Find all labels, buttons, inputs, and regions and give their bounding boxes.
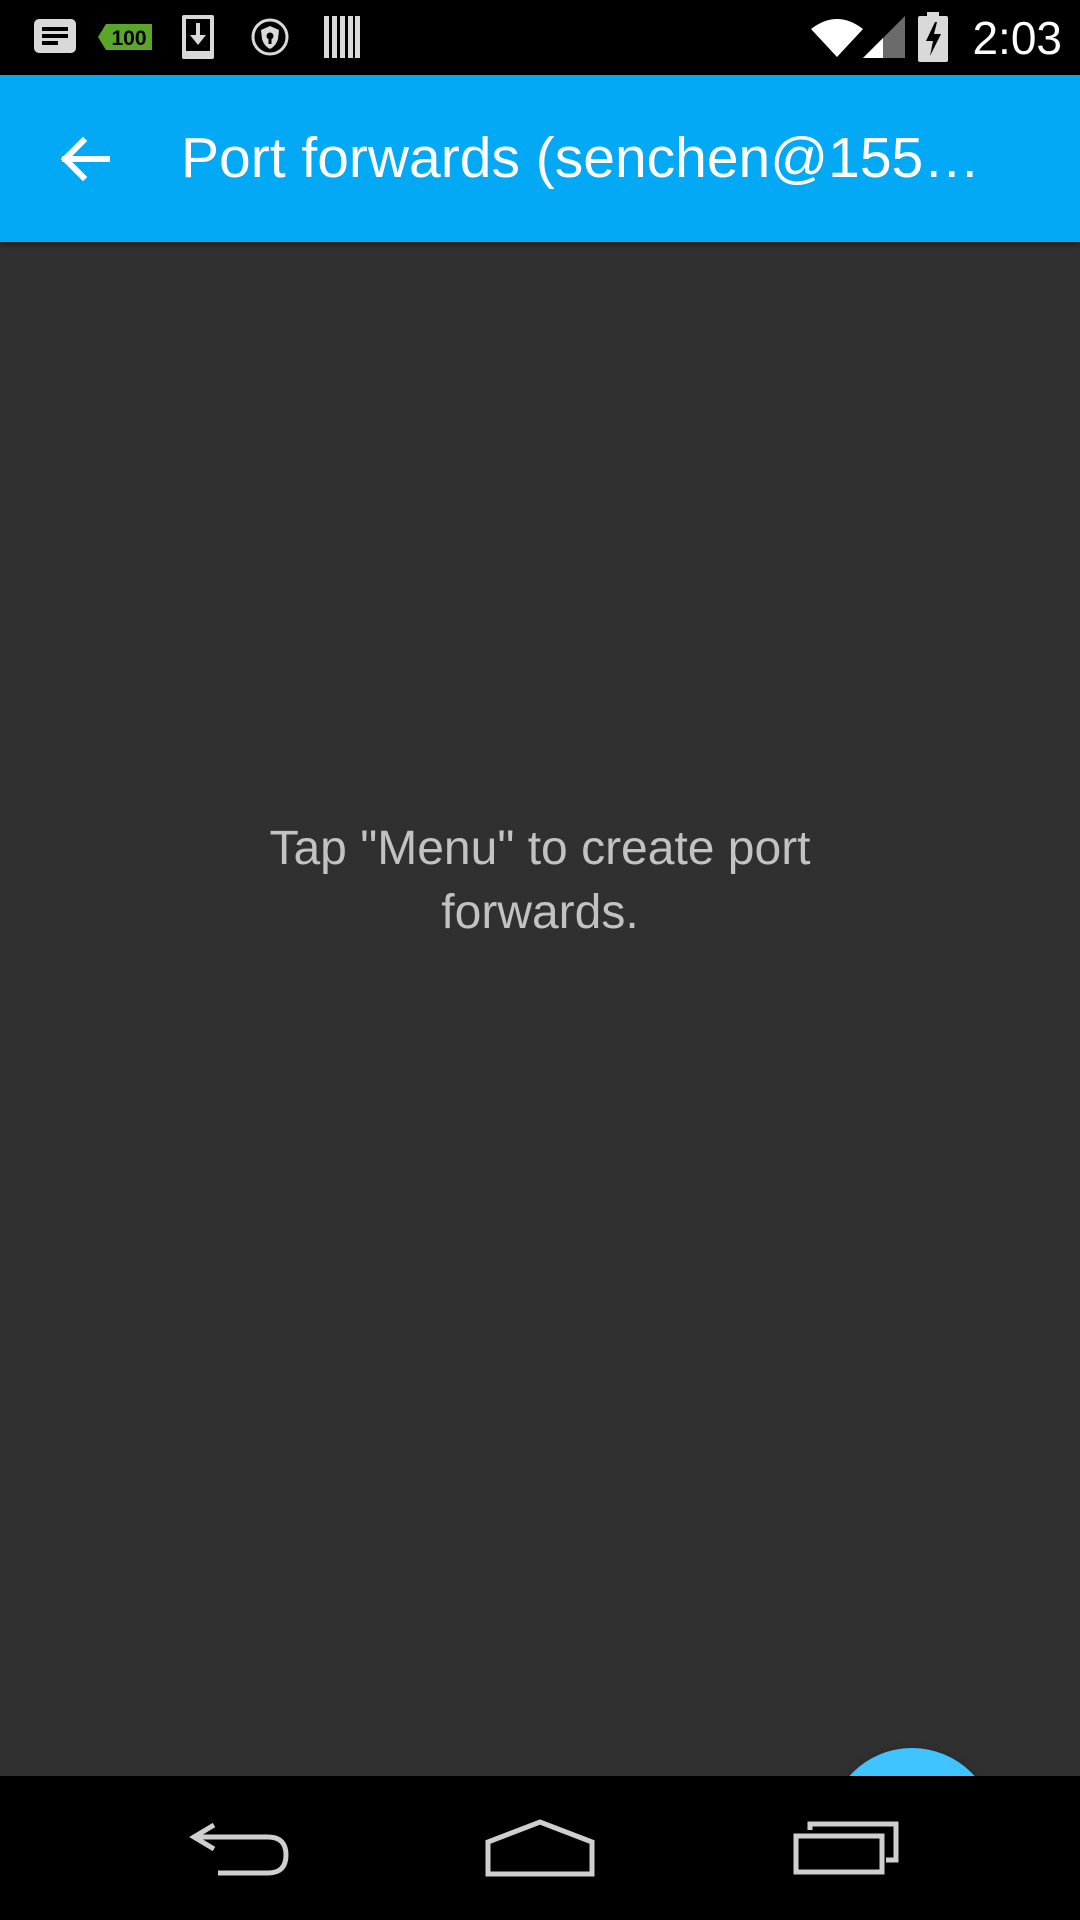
clock: 2:03 (972, 12, 1062, 64)
app-bar: Port forwards (senchen@155… (0, 75, 1080, 242)
screen: 100 2:03 Port forwards (senchen@155… Tap… (0, 0, 1080, 1920)
battery-charging-icon (916, 12, 950, 62)
wifi-icon (808, 12, 866, 62)
port-forwards-list: Tap "Menu" to create port forwards. (0, 242, 1080, 1916)
arrow-back-icon (60, 136, 110, 182)
signal-icon (860, 12, 908, 62)
back-button[interactable] (40, 115, 128, 203)
vpn-shield-icon (248, 12, 292, 62)
recents-nav-icon (793, 1821, 899, 1875)
home-nav-icon (485, 1819, 595, 1877)
empty-state-message: Tap "Menu" to create port forwards. (269, 822, 811, 939)
nav-back-button[interactable] (170, 1798, 310, 1898)
status-bar: 100 2:03 (0, 0, 1080, 75)
message-icon (28, 12, 82, 62)
barcode-icon (320, 12, 364, 62)
battery-badge-text: 100 (111, 27, 146, 50)
navigation-bar (0, 1776, 1080, 1920)
page-title: Port forwards (senchen@155… (181, 126, 981, 190)
back-nav-icon (189, 1822, 289, 1876)
nav-home-button[interactable] (470, 1798, 610, 1898)
battery-100-icon: 100 (98, 12, 154, 62)
download-icon (178, 12, 218, 62)
nav-recents-button[interactable] (776, 1798, 916, 1898)
